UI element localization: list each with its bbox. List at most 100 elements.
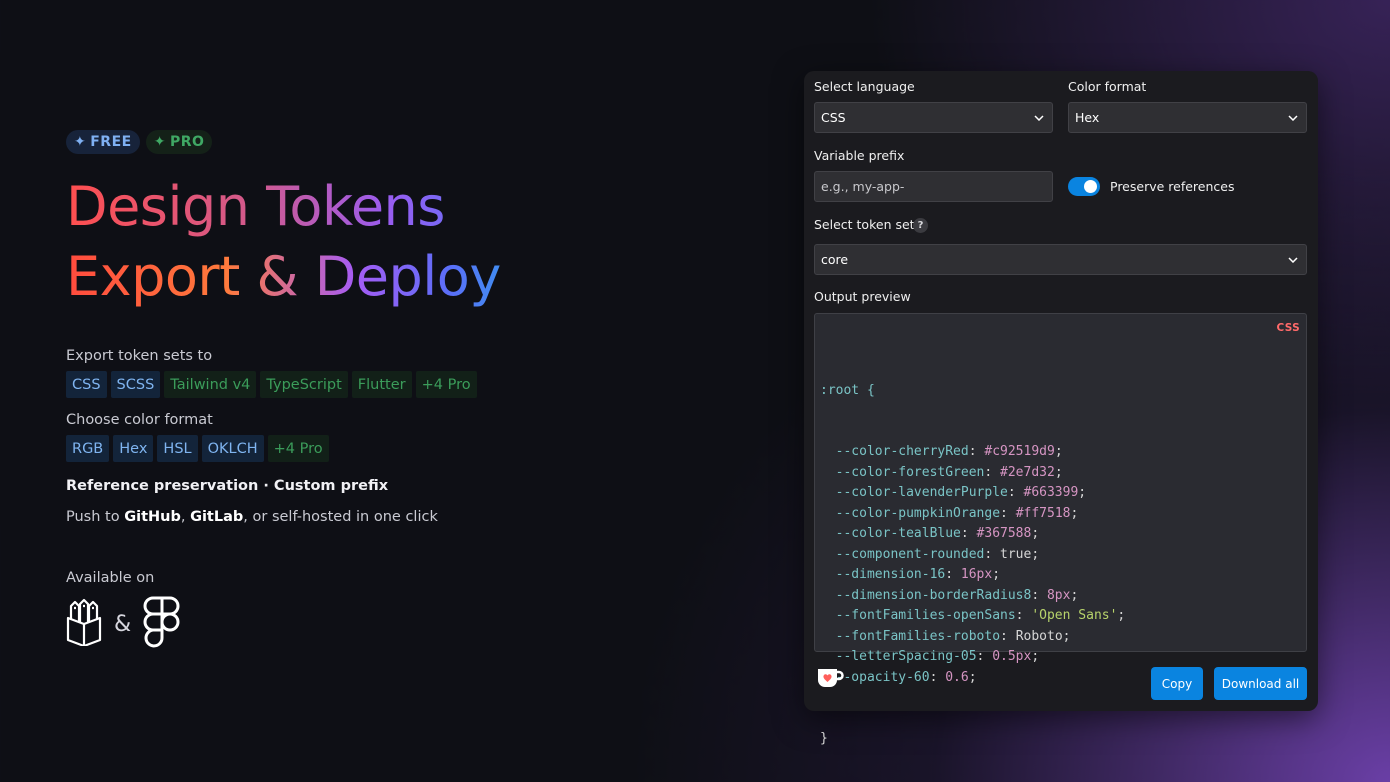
- code-value: 'Open Sans': [1031, 608, 1118, 623]
- code-line: --color-cherryRed: #c92519d9;: [835, 444, 1063, 459]
- color-format-label: Color format: [1068, 79, 1147, 94]
- token-set-value: core: [821, 252, 849, 267]
- free-badge: ✦ FREE: [66, 130, 140, 154]
- available-label: Available on: [66, 570, 155, 586]
- push-prefix: Push to: [66, 509, 125, 525]
- code-property: --dimension-16: [835, 567, 946, 582]
- code-value: #663399: [1023, 485, 1079, 500]
- chip-css: CSS: [66, 371, 107, 398]
- chevron-down-icon: [1288, 255, 1298, 265]
- plan-badges: ✦ FREE ✦ PRO: [66, 130, 706, 154]
- chip-scss: SCSS: [110, 371, 161, 398]
- kofi-cup-icon[interactable]: [816, 667, 844, 689]
- code-value: 0.5px: [992, 649, 1032, 664]
- chip-oklch: OKLCH: [201, 435, 264, 462]
- download-all-button[interactable]: Download all: [1214, 667, 1307, 700]
- code-value: 16px: [960, 567, 993, 582]
- free-badge-label: FREE: [90, 134, 132, 150]
- code-property: --dimension-borderRadius8: [835, 587, 1032, 603]
- code-line: --fontFamilies-roboto: Roboto;: [835, 628, 1071, 644]
- push-gitlab: GitLab: [190, 509, 244, 525]
- output-preview-label: Output preview: [814, 289, 911, 304]
- code-line: --component-rounded: true;: [835, 546, 1040, 562]
- available-ampersand: &: [114, 611, 132, 637]
- chip-hsl: HSL: [157, 435, 198, 462]
- feature-line: Reference preservation · Custom prefix: [66, 478, 389, 494]
- color-format-select[interactable]: Hex: [1068, 102, 1307, 133]
- code-value: #367588: [976, 526, 1032, 541]
- sparkle-icon: ✦: [74, 134, 87, 150]
- export-panel: Select language CSS Color format Hex Var…: [804, 71, 1318, 746]
- hero-title-line-2: Export & Deploy: [66, 242, 706, 312]
- language-label: Select language: [814, 79, 915, 94]
- prefix-placeholder: e.g., my-app-: [821, 179, 905, 194]
- title-word-deploy: Deploy: [314, 245, 501, 308]
- push-github: GitHub: [124, 509, 181, 525]
- code-value: true: [1000, 546, 1032, 562]
- figma-icon: [143, 596, 181, 652]
- output-preview-code[interactable]: CSS :root { --color-cherryRed: #c92519d9…: [814, 313, 1307, 746]
- code-property: --opacity-60: [835, 669, 930, 685]
- code-property: --color-tealBlue: [835, 526, 961, 541]
- code-property: --color-lavenderPurple: [835, 485, 1008, 500]
- title-word-tokens: Tokens: [266, 175, 445, 238]
- code-property: --color-cherryRed: [835, 444, 969, 459]
- push-sep: ,: [180, 509, 191, 525]
- language-select-value: CSS: [821, 110, 846, 125]
- hero-title: Design Tokens Export & Deploy: [66, 172, 706, 312]
- chevron-down-icon: [1034, 113, 1044, 123]
- code-value: Roboto: [1015, 628, 1063, 644]
- chip-flutter: Flutter: [351, 371, 412, 398]
- pro-badge: ✦ PRO: [145, 130, 213, 154]
- token-set-select[interactable]: core: [814, 244, 1307, 275]
- preserve-references-label[interactable]: Preserve references: [1110, 179, 1234, 194]
- code-line: --letterSpacing-05: 0.5px;: [835, 649, 1040, 664]
- title-word-design: Design: [66, 175, 250, 238]
- chip-tailwind: Tailwind v4: [164, 371, 257, 398]
- code-property: --fontFamilies-roboto: [835, 628, 1001, 644]
- sparkle-icon: ✦: [153, 134, 166, 150]
- push-suffix: , or self-hosted in one click: [243, 509, 438, 525]
- code-line: --color-pumpkinOrange: #ff7518;: [835, 505, 1079, 521]
- color-chips: RGB Hex HSL OKLCH +4 Pro: [66, 435, 706, 462]
- preserve-references-toggle[interactable]: [1068, 177, 1100, 196]
- code-line: --color-forestGreen: #2e7d32;: [835, 464, 1063, 480]
- hero-title-line-1: Design Tokens: [66, 172, 706, 242]
- prefix-label: Variable prefix: [814, 148, 905, 163]
- token-set-label: Select token set: [814, 217, 915, 232]
- color-format-value: Hex: [1075, 110, 1100, 125]
- code-value: 8px: [1046, 587, 1071, 603]
- chip-more-pro: +4 Pro: [267, 435, 329, 462]
- code-line: --dimension-borderRadius8: 8px;: [835, 587, 1079, 603]
- pro-badge-label: PRO: [169, 134, 205, 150]
- code-property: --color-pumpkinOrange: [835, 505, 1001, 521]
- push-line: Push to GitHub, GitLab, or self-hosted i…: [66, 509, 706, 525]
- hero-section: ✦ FREE ✦ PRO Design Tokens Export & Depl…: [66, 130, 706, 652]
- penpot-icon: [66, 598, 102, 650]
- code-open: :root {: [820, 382, 875, 398]
- code-value: #ff7518: [1015, 505, 1071, 521]
- code-value: #c92519d9: [984, 444, 1055, 459]
- code-property: --color-forestGreen: [835, 464, 985, 480]
- language-select[interactable]: CSS: [814, 102, 1053, 133]
- chip-typescript: TypeScript: [260, 371, 348, 398]
- export-chips: CSS SCSS Tailwind v4 TypeScript Flutter …: [66, 371, 706, 398]
- code-lines: --color-cherryRed: #c92519d9; --color-fo…: [820, 442, 1306, 688]
- color-format-label: Choose color format: [66, 412, 213, 428]
- chip-rgb: RGB: [66, 435, 110, 462]
- prefix-input[interactable]: e.g., my-app-: [814, 171, 1053, 202]
- copy-button[interactable]: Copy: [1151, 667, 1203, 700]
- help-icon[interactable]: ?: [913, 218, 928, 233]
- code-property: --fontFamilies-openSans: [835, 608, 1016, 623]
- code-value: 0.6: [945, 669, 969, 685]
- export-label: Export token sets to: [66, 348, 213, 364]
- chip-more-pro: +4 Pro: [415, 371, 477, 398]
- code-line: --fontFamilies-openSans: 'Open Sans';: [835, 608, 1126, 623]
- available-platforms: &: [66, 596, 706, 652]
- title-word-export: Export: [66, 245, 240, 308]
- code-value: #2e7d32: [1000, 464, 1055, 480]
- title-ampersand: &: [256, 245, 299, 308]
- code-line: --dimension-16: 16px;: [835, 567, 1001, 582]
- chevron-down-icon: [1288, 113, 1298, 123]
- code-line: --color-lavenderPurple: #663399;: [835, 485, 1087, 500]
